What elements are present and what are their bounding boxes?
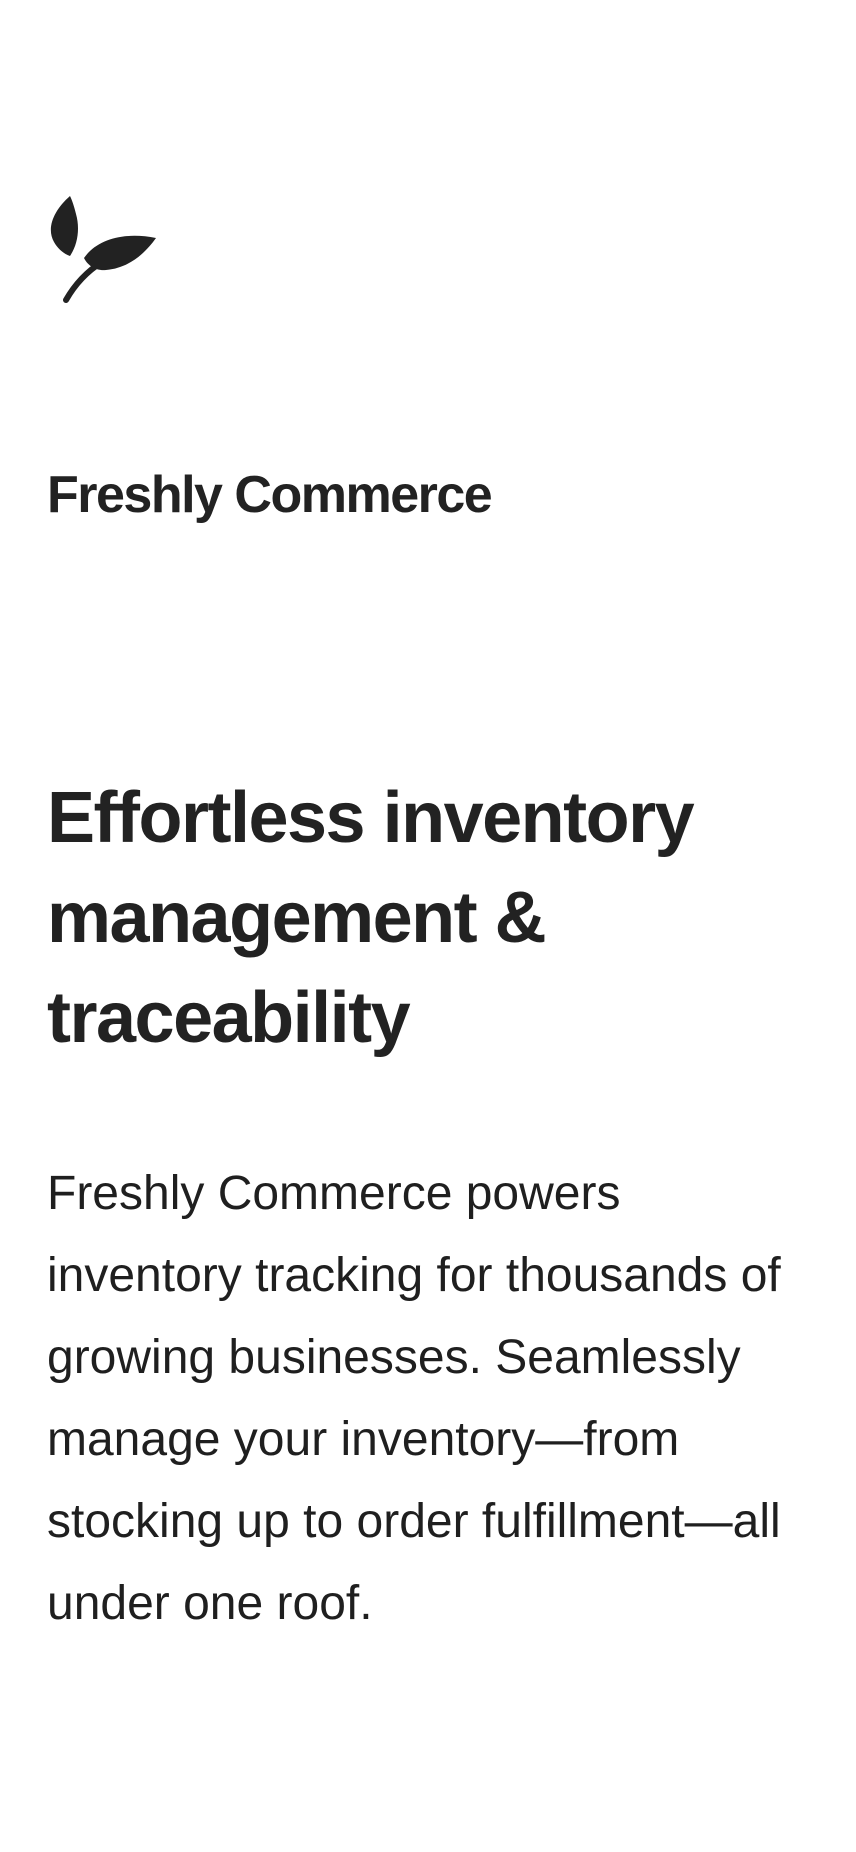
hero-description: Freshly Commerce powers inventory tracki… bbox=[47, 1167, 781, 1630]
landing-page: Freshly Commerce Effortless inventory ma… bbox=[0, 0, 856, 1852]
hero-headline: Effortless inventory management & tracea… bbox=[47, 778, 695, 1058]
leaf-icon bbox=[46, 194, 156, 304]
brand-name: Freshly Commerce bbox=[47, 466, 493, 524]
